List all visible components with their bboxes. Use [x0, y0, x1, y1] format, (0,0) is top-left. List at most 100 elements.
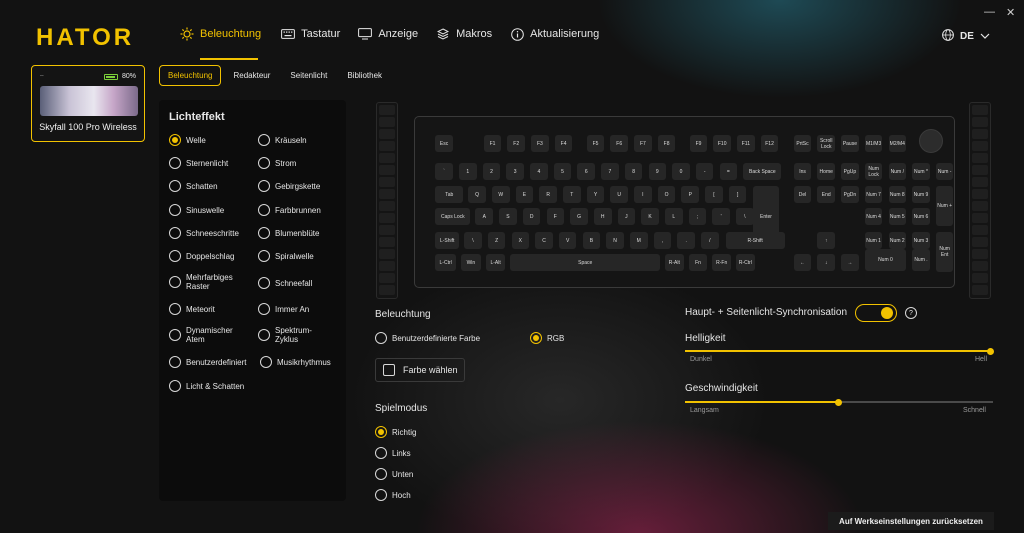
nav-anzeige[interactable]: Anzeige [358, 27, 418, 41]
effect-option[interactable]: Licht & Schatten [169, 380, 244, 392]
effect-option[interactable]: Strom [258, 157, 296, 169]
key[interactable]: Del [793, 186, 812, 203]
key[interactable]: Q [468, 186, 486, 203]
key[interactable]: Back Space [743, 163, 782, 180]
playmode-option[interactable]: Unten [375, 468, 413, 480]
key[interactable]: \ [736, 208, 754, 225]
key[interactable]: J [617, 208, 636, 225]
key[interactable]: I [634, 186, 652, 203]
key[interactable]: Num 2 [888, 232, 907, 249]
subtab-seitenlicht[interactable]: Seitenlicht [282, 66, 335, 85]
key[interactable]: F12 [760, 135, 779, 152]
key[interactable]: Num 8 [888, 186, 907, 203]
effect-option[interactable]: Immer An [258, 303, 309, 315]
key[interactable]: Num 5 [888, 208, 907, 225]
key[interactable]: Num 3 [912, 232, 930, 249]
subtab-redakteur[interactable]: Redakteur [225, 66, 278, 85]
key[interactable]: R [539, 186, 557, 203]
brightness-thumb[interactable] [987, 348, 994, 355]
nav-beleuchtung[interactable]: Beleuchtung [180, 27, 261, 41]
key[interactable]: F4 [554, 135, 573, 152]
effect-option[interactable]: Kräuseln [258, 134, 307, 146]
effect-option[interactable]: Mehrfarbiges Raster [169, 273, 253, 291]
key[interactable]: ↑ [817, 232, 836, 249]
key[interactable]: R-Alt [664, 254, 684, 271]
key[interactable]: Z [487, 232, 506, 249]
key[interactable]: F11 [737, 135, 755, 152]
nav-makros[interactable]: Makros [436, 27, 492, 41]
key[interactable]: 1 [458, 163, 477, 180]
effect-option[interactable]: Spektrum-Zyklus [258, 326, 334, 344]
key[interactable]: / [701, 232, 719, 249]
effect-option[interactable]: Blumenblüte [258, 227, 319, 239]
rgb-option[interactable]: RGB [530, 332, 564, 344]
pick-color-button[interactable]: Farbe wählen [375, 358, 465, 382]
key[interactable]: F2 [507, 135, 525, 152]
key[interactable]: V [558, 232, 577, 249]
key[interactable]: , [653, 232, 672, 249]
playmode-option[interactable]: Hoch [375, 489, 411, 501]
key[interactable]: Tab [435, 186, 464, 203]
key[interactable]: F8 [657, 135, 676, 152]
key[interactable]: ] [728, 186, 747, 203]
key[interactable]: PgDn [841, 186, 859, 203]
key[interactable]: 9 [648, 163, 667, 180]
key[interactable]: Num + [935, 186, 954, 226]
effect-option[interactable]: Schneefall [258, 277, 312, 289]
nav-aktualisierung[interactable]: Aktualisierung [510, 27, 599, 41]
key[interactable]: F3 [531, 135, 549, 152]
key[interactable]: L [664, 208, 683, 225]
key[interactable]: Num 7 [864, 186, 883, 203]
key[interactable]: Esc [435, 135, 453, 152]
effect-option[interactable]: Benutzerdefiniert [169, 356, 246, 368]
key[interactable]: 3 [506, 163, 524, 180]
device-card[interactable]: ⌔ 80% Skyfall 100 Pro Wireless [31, 65, 145, 142]
key[interactable]: Num 9 [912, 186, 930, 203]
key[interactable]: Num - [935, 163, 954, 180]
volume-knob[interactable] [919, 129, 943, 153]
playmode-option[interactable]: Richtig [375, 426, 416, 438]
effect-option[interactable]: Sinuswelle [169, 204, 224, 216]
key[interactable]: [ [705, 186, 723, 203]
key[interactable]: M [629, 232, 648, 249]
key[interactable]: Num Ent [935, 232, 954, 272]
key[interactable]: T [563, 186, 581, 203]
key[interactable]: P [681, 186, 700, 203]
effect-option[interactable]: Meteorit [169, 303, 215, 315]
key[interactable]: ← [793, 254, 812, 271]
key[interactable]: 2 [482, 163, 501, 180]
speed-thumb[interactable] [835, 399, 842, 406]
key[interactable]: B [582, 232, 601, 249]
key[interactable]: U [610, 186, 628, 203]
sync-toggle[interactable] [855, 304, 897, 322]
key[interactable]: ; [688, 208, 707, 225]
effect-option[interactable]: Schneeschritte [169, 227, 239, 239]
key[interactable]: L-Shift [435, 232, 460, 249]
key[interactable]: - [695, 163, 714, 180]
key[interactable]: F5 [586, 135, 605, 152]
key[interactable]: F9 [689, 135, 708, 152]
key[interactable]: F1 [483, 135, 502, 152]
key[interactable]: D [522, 208, 541, 225]
key[interactable]: End [817, 186, 836, 203]
key[interactable]: \ [464, 232, 482, 249]
key[interactable]: 4 [530, 163, 548, 180]
effect-option[interactable]: Welle [169, 134, 206, 146]
effect-option[interactable]: Doppelschlag [169, 250, 234, 262]
playmode-option[interactable]: Links [375, 447, 411, 459]
effect-option[interactable]: Gebirgskette [258, 180, 320, 192]
key[interactable]: 8 [624, 163, 643, 180]
minimize-button[interactable]: — [984, 6, 995, 18]
language-selector[interactable]: DE [942, 29, 990, 44]
key[interactable]: S [499, 208, 517, 225]
key[interactable]: N [606, 232, 624, 249]
help-icon[interactable]: ? [905, 307, 917, 319]
key[interactable]: PrtSc [793, 135, 812, 152]
key[interactable]: Num / [888, 163, 907, 180]
effect-option[interactable]: Spiralwelle [258, 250, 314, 262]
key[interactable]: Num Lock [864, 163, 883, 180]
key[interactable]: 0 [672, 163, 690, 180]
key[interactable]: H [593, 208, 612, 225]
key[interactable]: O [657, 186, 676, 203]
custom-color-option[interactable]: Benutzerdefinierte Farbe [375, 332, 480, 344]
